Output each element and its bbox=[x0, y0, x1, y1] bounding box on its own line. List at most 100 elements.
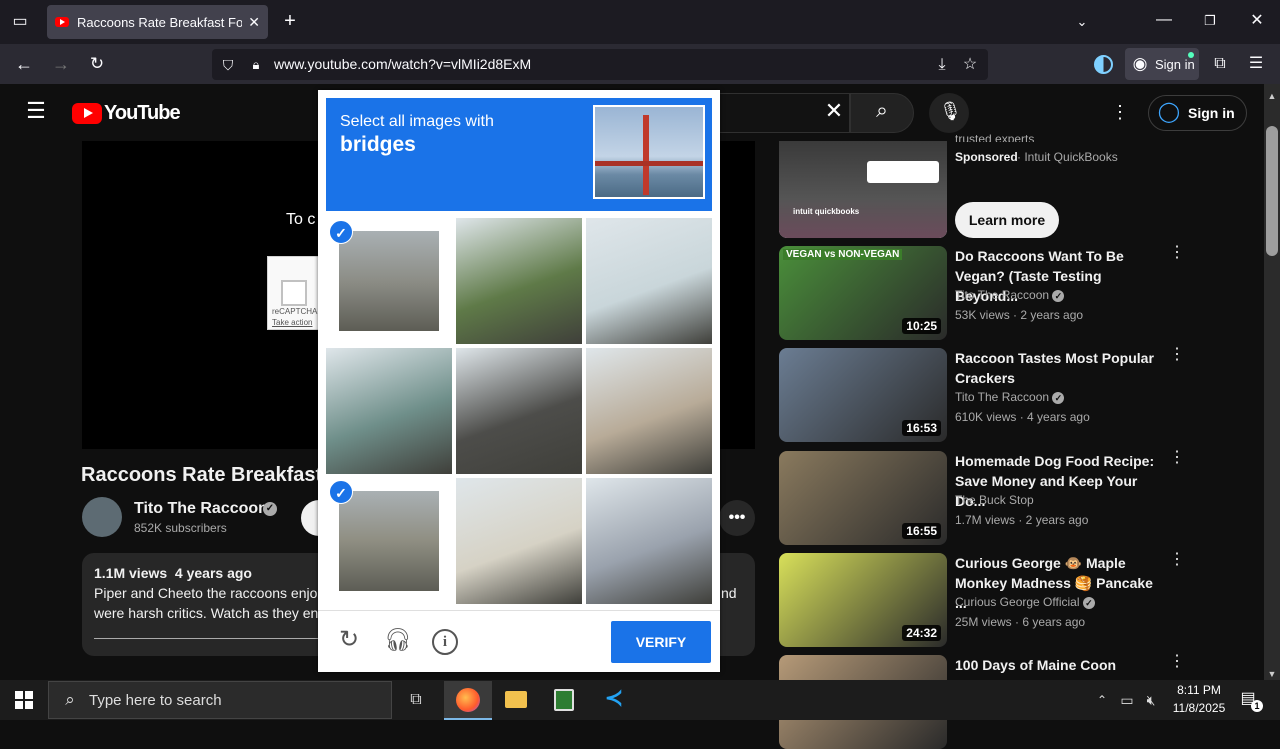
captcha-tile[interactable] bbox=[586, 478, 712, 604]
youtube-logo-text[interactable]: YouTube bbox=[104, 102, 181, 125]
related-video-item[interactable]: VEGAN vs NON-VEGAN 10:25 Do Raccoons Want … bbox=[779, 245, 1185, 340]
clear-search-icon[interactable]: ✕ bbox=[822, 100, 846, 122]
lock-icon[interactable]: 🔒︎ bbox=[246, 55, 266, 75]
bookmark-star-icon[interactable]: ☆ bbox=[960, 55, 980, 75]
related-video-item[interactable]: 24:32 Curious George 🐵 Maple Monkey Madne… bbox=[779, 552, 1185, 647]
channel-avatar[interactable] bbox=[82, 497, 122, 537]
tab-title: Raccoons Rate Breakfast Foods! bbox=[77, 14, 243, 30]
video-duration: 16:55 bbox=[902, 523, 941, 539]
captcha-footer-divider bbox=[318, 610, 720, 611]
close-tab-icon[interactable]: ✕ bbox=[248, 14, 260, 31]
captcha-tile[interactable] bbox=[456, 478, 582, 604]
ad-thumbnail[interactable]: intuit quickbooks bbox=[779, 141, 947, 238]
task-view-icon[interactable]: ⧉ bbox=[405, 690, 427, 710]
video-options-icon[interactable]: ⋮ bbox=[1169, 654, 1185, 670]
tile-image bbox=[586, 348, 712, 474]
file-explorer-icon[interactable] bbox=[505, 691, 527, 708]
close-window-icon[interactable]: ✕ bbox=[1247, 11, 1267, 31]
related-video-channel[interactable]: Tito The Raccoon ✓ bbox=[955, 288, 1065, 302]
tab-overflow-icon[interactable]: ⌄ bbox=[1072, 12, 1092, 32]
verify-button[interactable]: VERIFY bbox=[611, 621, 711, 663]
description-line-1: Piper and Cheeto the raccoons enjo bbox=[94, 585, 318, 601]
related-video-title[interactable]: Raccoon Tastes Most Popular Crackers bbox=[955, 348, 1161, 388]
forward-icon[interactable]: → bbox=[50, 54, 72, 74]
browser-sign-in-label: Sign in bbox=[1155, 57, 1195, 72]
related-video-meta: 25M views · 6 years ago bbox=[955, 615, 1086, 629]
windows-start-icon[interactable] bbox=[15, 691, 33, 709]
related-video-channel[interactable]: Tito The Raccoon ✓ bbox=[955, 390, 1065, 404]
channel-name[interactable]: Tito The Raccoon bbox=[134, 500, 268, 518]
captcha-target: bridges bbox=[340, 133, 416, 156]
captcha-tile[interactable] bbox=[586, 348, 712, 474]
yt-menu-icon[interactable]: ☰ bbox=[24, 100, 48, 122]
description-line-1-end: nd bbox=[721, 585, 737, 601]
volume-icon[interactable]: 🔇︎ bbox=[1142, 690, 1160, 710]
sponsor-name[interactable]: · Intuit QuickBooks bbox=[1017, 150, 1118, 164]
tile-image bbox=[586, 218, 712, 344]
related-video-item[interactable]: 16:55 Homemade Dog Food Recipe: Save Mone… bbox=[779, 450, 1185, 545]
tile-image bbox=[339, 491, 439, 591]
player-message: To c bbox=[286, 211, 316, 228]
related-video-item[interactable]: 16:53 Raccoon Tastes Most Popular Cracker… bbox=[779, 347, 1185, 442]
more-actions-icon[interactable]: ••• bbox=[719, 500, 755, 536]
captcha-tile[interactable] bbox=[326, 348, 452, 474]
description-divider bbox=[94, 638, 324, 639]
video-thumbnail[interactable]: 24:32 bbox=[779, 553, 947, 647]
notepad-plus-icon[interactable] bbox=[554, 689, 574, 711]
restore-icon[interactable]: ❐ bbox=[1200, 11, 1220, 31]
video-options-icon[interactable]: ⋮ bbox=[1169, 450, 1185, 466]
captcha-reload-icon[interactable]: ↻ bbox=[336, 628, 362, 652]
taskbar-date[interactable]: 11/8/2025 bbox=[1169, 701, 1229, 715]
taskbar-search-input[interactable]: Type here to search bbox=[48, 681, 392, 719]
video-thumbnail[interactable]: 16:55 bbox=[779, 451, 947, 545]
verified-badge-icon: ✓ bbox=[1052, 392, 1065, 404]
video-options-icon[interactable]: ⋮ bbox=[1169, 552, 1185, 568]
notification-dot-icon bbox=[1188, 52, 1194, 58]
captcha-info-icon[interactable]: i bbox=[432, 629, 458, 655]
learn-more-button[interactable]: Learn more bbox=[955, 202, 1059, 238]
shield-icon[interactable]: ⛉ bbox=[218, 55, 238, 75]
new-tab-button[interactable]: + bbox=[280, 11, 300, 31]
browser-tab[interactable]: Raccoons Rate Breakfast Foods! ✕ bbox=[47, 5, 268, 39]
search-icon: ⌕ bbox=[876, 99, 888, 122]
video-duration: 24:32 bbox=[902, 625, 941, 641]
vpn-icon[interactable] bbox=[1094, 55, 1113, 74]
yt-account-icon: ◯ bbox=[1157, 101, 1181, 123]
captcha-tile[interactable] bbox=[456, 218, 582, 344]
vscode-icon[interactable]: ≺ bbox=[602, 687, 626, 709]
video-thumbnail[interactable]: VEGAN vs NON-VEGAN 10:25 bbox=[779, 246, 947, 340]
scroll-up-icon[interactable]: ▲ bbox=[1266, 86, 1278, 106]
video-duration: 10:25 bbox=[902, 318, 941, 334]
captcha-tile[interactable] bbox=[456, 348, 582, 474]
firefox-icon bbox=[456, 688, 480, 712]
related-video-meta: 1.7M views · 2 years ago bbox=[955, 513, 1089, 527]
menu-icon[interactable]: ☰ bbox=[1246, 54, 1266, 74]
video-duration: 16:53 bbox=[902, 420, 941, 436]
captcha-tile[interactable] bbox=[586, 218, 712, 344]
related-video-channel[interactable]: The Buck Stop bbox=[955, 493, 1034, 507]
video-options-icon[interactable]: ⋮ bbox=[1169, 245, 1185, 261]
recaptcha-action-link[interactable]: Take action bbox=[272, 318, 312, 327]
url-text[interactable]: www.youtube.com/watch?v=vlMIi2d8ExM bbox=[274, 56, 531, 72]
tile-image bbox=[586, 478, 712, 604]
tile-image bbox=[456, 218, 582, 344]
show-hidden-icons[interactable]: ⌃ bbox=[1094, 690, 1110, 710]
video-thumbnail[interactable]: 16:53 bbox=[779, 348, 947, 442]
recaptcha-checkbox[interactable] bbox=[281, 280, 307, 306]
captcha-audio-icon[interactable]: 🎧︎ bbox=[384, 629, 412, 651]
scrollbar-thumb[interactable] bbox=[1266, 126, 1278, 256]
video-options-icon[interactable]: ⋮ bbox=[1169, 347, 1185, 363]
thumbnail-caption: VEGAN vs NON-VEGAN bbox=[783, 249, 903, 260]
minimize-icon[interactable]: — bbox=[1154, 10, 1174, 30]
reload-icon[interactable]: ↻ bbox=[86, 54, 108, 74]
tile-selected-check-icon: ✓ bbox=[329, 480, 353, 504]
install-app-icon[interactable]: ⤓ bbox=[932, 55, 952, 75]
taskbar-time[interactable]: 8:11 PM bbox=[1169, 683, 1229, 697]
settings-kebab-icon[interactable]: ⋮ bbox=[1110, 102, 1130, 122]
related-video-channel[interactable]: Curious George Official ✓ bbox=[955, 595, 1095, 609]
back-icon[interactable]: ← bbox=[13, 54, 35, 74]
extensions-icon[interactable]: ⧉ bbox=[1210, 54, 1230, 74]
tab-list-icon[interactable]: ▭ bbox=[10, 12, 30, 32]
network-icon[interactable]: ▭ bbox=[1118, 690, 1136, 710]
account-icon: ◉ bbox=[1132, 54, 1148, 73]
